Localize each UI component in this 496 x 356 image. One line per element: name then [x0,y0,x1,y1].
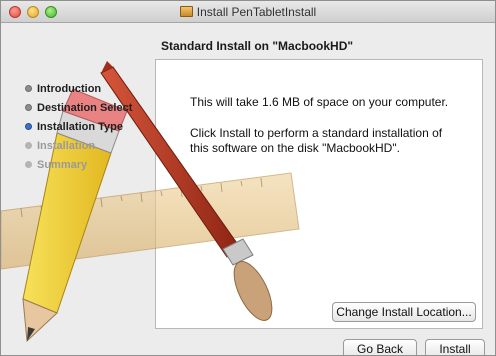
step-label: Installation Type [37,121,123,133]
window-title-wrap: Install PenTabletInstall [1,5,495,19]
step-bullet-icon [25,123,32,130]
change-install-location-button[interactable]: Change Install Location... [332,302,476,322]
install-message: Click Install to perform a standard inst… [190,126,470,156]
step-label: Installation [37,140,96,152]
page-heading: Standard Install on "MacbookHD" [161,39,354,53]
installer-window: Install PenTabletInstall This will take … [0,0,496,356]
step-bullet-icon [25,85,32,92]
step-bullet-icon [25,142,32,149]
space-message: This will take 1.6 MB of space on your c… [190,95,449,109]
content-pane: This will take 1.6 MB of space on your c… [155,59,483,329]
step-bullet-icon [25,161,32,168]
step-label: Destination Select [37,102,133,114]
go-back-button[interactable]: Go Back [343,339,417,355]
install-message-line2: this software on the disk "MacbookHD". [190,141,400,155]
step-installation: Installation [25,137,132,156]
package-icon [179,6,193,17]
step-bullet-icon [25,104,32,111]
step-introduction: Introduction [25,80,132,99]
window-title: Install PenTabletInstall [196,5,317,19]
step-label: Introduction [37,83,102,95]
step-label: Summary [37,159,88,171]
install-message-line1: Click Install to perform a standard inst… [190,126,443,140]
step-summary: Summary [25,156,132,175]
step-installation-type: Installation Type [25,118,132,137]
installer-steps: Introduction Destination Select Installa… [25,80,132,175]
install-button[interactable]: Install [425,339,485,355]
step-destination-select: Destination Select [25,99,132,118]
title-bar: Install PenTabletInstall [1,1,495,23]
